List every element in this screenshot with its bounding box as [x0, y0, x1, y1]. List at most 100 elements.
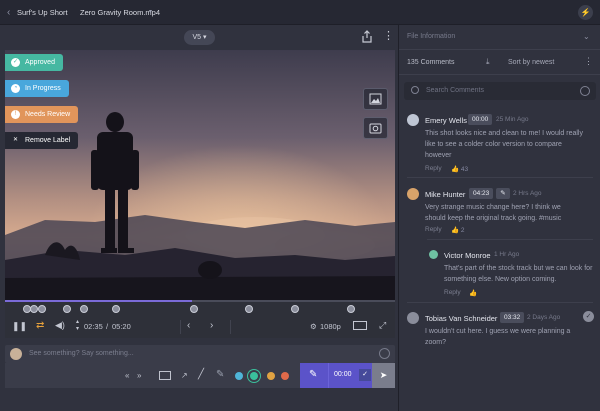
comment-timecode[interactable]: 00:00 — [468, 114, 493, 125]
comment-body-line: however — [425, 152, 452, 159]
like-count: 43 — [460, 166, 469, 173]
comment-body-line: That's part of the stock track but we ca… — [444, 265, 593, 272]
comment-marker[interactable] — [112, 305, 120, 313]
chevron-down-icon[interactable]: ⌄ — [583, 32, 590, 41]
sort-dropdown[interactable]: Sort by newest — [508, 59, 554, 66]
comment-marker[interactable] — [63, 305, 71, 313]
video-toolbar: V5 ▾ ⋮ — [0, 25, 398, 50]
share-icon[interactable] — [360, 30, 374, 44]
comment-input[interactable]: See something? Say something... — [5, 345, 395, 363]
divider — [407, 177, 593, 178]
thumbs-up-icon: 👍 — [451, 166, 460, 173]
breadcrumb-project[interactable]: Surf's Up Short — [17, 8, 68, 17]
arrow-tool-icon[interactable]: ↗ — [181, 371, 188, 380]
check-icon[interactable]: ✓ — [359, 369, 371, 381]
comment-marker[interactable] — [291, 305, 299, 313]
frame-stepper-icon[interactable]: ▴ ▾ — [76, 319, 79, 333]
color-swatch-red[interactable] — [281, 372, 289, 380]
label-approved[interactable]: ✓ Approved — [5, 54, 63, 71]
bolt-icon[interactable]: ⚡ — [578, 5, 593, 20]
next-icon[interactable]: › — [210, 320, 213, 331]
resolve-check-icon[interactable]: ✓ — [583, 311, 594, 322]
reply-link[interactable]: Reply — [425, 226, 442, 233]
comment-marker[interactable] — [30, 305, 38, 313]
avatar — [10, 348, 22, 360]
thumbs-up-icon: 👍 — [469, 290, 478, 297]
reply-link[interactable]: Reply — [444, 289, 461, 296]
line-tool-icon[interactable]: ╱ — [198, 369, 204, 380]
alert-icon: ! — [11, 110, 20, 119]
comments-panel: File Information ⌄ 135 Comments ⤓ Sort b… — [398, 25, 600, 411]
close-icon: ✕ — [12, 137, 19, 143]
nav-left-icon[interactable]: « — [125, 371, 129, 380]
comment-author: Tobias Van Schneider — [425, 314, 498, 323]
comment-timecode[interactable]: 04:23 — [469, 188, 494, 199]
theater-mode-icon[interactable] — [353, 321, 367, 330]
search-comments-input[interactable]: Search Comments — [404, 82, 596, 100]
nav-right-icon[interactable]: » — [137, 371, 141, 380]
timecode-toggle[interactable]: 00:00 ✓ — [328, 363, 372, 388]
label-in-progress[interactable]: ◔ In Progress — [5, 80, 69, 97]
comment-author: Emery Wells — [425, 116, 467, 125]
fullscreen-icon[interactable]: ⤢ — [379, 320, 386, 331]
comment-date: 25 Min Ago — [496, 116, 529, 123]
color-swatch-blue[interactable] — [235, 372, 243, 380]
divider — [407, 302, 593, 303]
comment-markers — [5, 302, 395, 316]
avatar — [407, 114, 419, 126]
comment-date: 1 Hr Ago — [494, 251, 520, 258]
back-chevron-icon[interactable]: ‹ — [7, 7, 10, 18]
previous-icon[interactable]: ‹ — [187, 320, 190, 331]
video-frame[interactable]: ✓ Approved ◔ In Progress ! Needs Review … — [5, 50, 395, 300]
comment-date: 2 Hrs Ago — [513, 190, 542, 197]
comment-body-line: Very strange music change here? I think … — [425, 204, 561, 211]
camera-icon[interactable] — [363, 117, 388, 139]
color-swatch-yellow[interactable] — [267, 372, 275, 380]
version-selector[interactable]: V5 ▾ — [184, 30, 215, 45]
label-needs-review[interactable]: ! Needs Review — [5, 106, 79, 123]
rectangle-tool-icon[interactable] — [159, 371, 171, 380]
comment-marker[interactable] — [80, 305, 88, 313]
like-count: 2 — [460, 227, 465, 234]
reply-link[interactable]: Reply — [425, 165, 442, 172]
filter-icon[interactable] — [580, 86, 590, 96]
comment-author: Victor Monroe — [444, 251, 491, 260]
comment-marker[interactable] — [38, 305, 46, 313]
more-options-icon[interactable]: ⋮ — [584, 56, 593, 67]
comment-count: 135 Comments — [407, 59, 455, 66]
avatar — [407, 188, 419, 200]
like-button[interactable]: 👍 43 — [451, 165, 468, 173]
volume-icon[interactable]: ◀) — [55, 320, 65, 331]
brush-tool[interactable]: ✎ — [300, 363, 328, 388]
brush-icon: ✎ — [309, 369, 318, 380]
time-total: 05:20 — [112, 322, 131, 331]
file-info-header[interactable]: File Information ⌄ — [399, 25, 600, 50]
quality-selector[interactable]: 1080p — [320, 322, 341, 331]
pause-icon[interactable]: ❚❚ — [12, 321, 27, 332]
progress-icon: ◔ — [11, 84, 20, 93]
comment-marker[interactable] — [245, 305, 253, 313]
time-separator: / — [106, 322, 109, 331]
image-icon[interactable] — [363, 88, 388, 110]
more-options-icon[interactable]: ⋮ — [383, 29, 394, 43]
comment-timecode[interactable]: 03:32 — [500, 312, 525, 323]
loop-icon[interactable]: ⇄ — [36, 320, 44, 331]
label-in-progress-text: In Progress — [25, 85, 61, 92]
send-button[interactable]: ➤ — [372, 363, 395, 388]
label-remove[interactable]: ✕ Remove Label — [5, 132, 79, 149]
comment-marker[interactable] — [190, 305, 198, 313]
divider — [180, 320, 181, 334]
check-icon: ✓ — [11, 58, 20, 67]
like-button[interactable]: 👍 — [469, 289, 477, 297]
file-dropdown-icon[interactable]: ▾ — [149, 8, 152, 15]
color-swatch-green[interactable] — [250, 372, 258, 380]
pen-tool-icon[interactable]: ✎ — [216, 369, 224, 380]
emoji-icon[interactable] — [379, 348, 390, 359]
settings-icon[interactable]: ⚙ — [310, 322, 317, 331]
like-button[interactable]: 👍 2 — [451, 226, 465, 234]
label-needs-review-text: Needs Review — [25, 111, 71, 118]
download-icon[interactable]: ⤓ — [486, 57, 490, 67]
comment-body-line: This shot looks nice and clean to me! I … — [425, 130, 583, 137]
comment-marker[interactable] — [347, 305, 355, 313]
send-icon: ➤ — [379, 370, 388, 380]
